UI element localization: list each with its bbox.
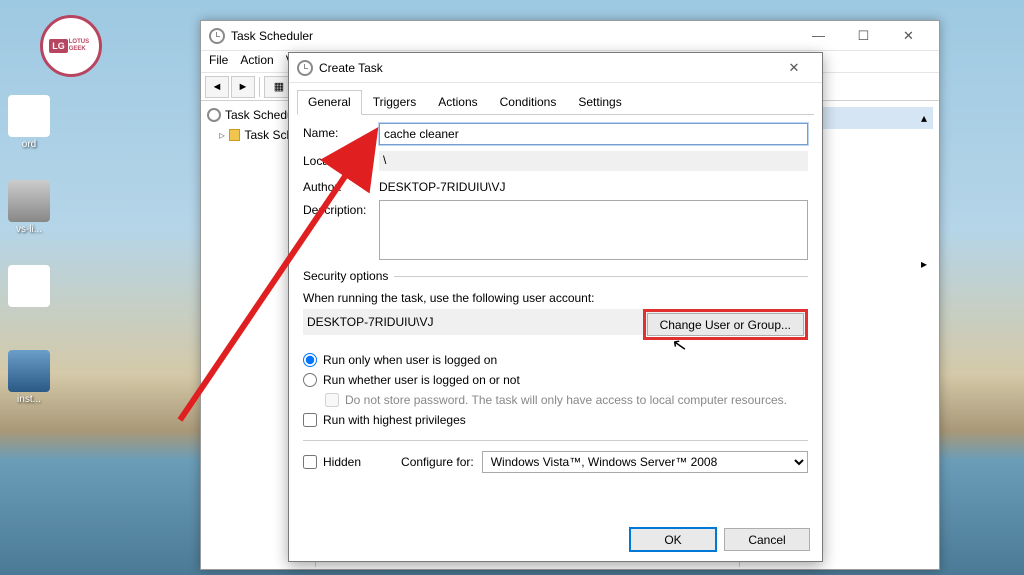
security-user-value: DESKTOP-7RIDUIU\VJ: [307, 315, 433, 329]
run-logged-off-label: Run whether user is logged on or not: [323, 373, 520, 387]
tab-conditions[interactable]: Conditions: [489, 90, 568, 115]
desktop-icon[interactable]: ord: [4, 95, 54, 150]
forward-button[interactable]: ►: [231, 76, 255, 98]
titlebar[interactable]: Task Scheduler — ☐ ✕: [201, 21, 939, 51]
description-label: Description:: [303, 200, 379, 217]
name-input[interactable]: [379, 123, 808, 145]
desktop-icon[interactable]: [4, 265, 54, 309]
hidden-checkbox[interactable]: [303, 455, 317, 469]
cancel-button[interactable]: Cancel: [724, 528, 810, 551]
location-label: Location:: [303, 151, 379, 168]
location-value: \: [379, 151, 808, 171]
author-value: DESKTOP-7RIDUIU\VJ: [379, 177, 808, 194]
when-running-label: When running the task, use the following…: [303, 291, 808, 305]
no-store-password-label: Do not store password. The task will onl…: [345, 393, 787, 407]
tab-actions[interactable]: Actions: [427, 90, 488, 115]
close-button[interactable]: ✕: [774, 54, 814, 82]
ok-button[interactable]: OK: [630, 528, 716, 551]
tab-triggers[interactable]: Triggers: [362, 90, 428, 115]
tab-strip: General Triggers Actions Conditions Sett…: [297, 89, 814, 115]
configure-for-label: Configure for:: [401, 455, 474, 469]
clock-icon: [297, 60, 313, 76]
highest-privileges-checkbox[interactable]: [303, 413, 317, 427]
run-logged-on-radio[interactable]: [303, 353, 317, 367]
clock-icon: [207, 108, 221, 122]
name-label: Name:: [303, 123, 379, 140]
security-options-group: Security options When running the task, …: [303, 269, 808, 430]
no-store-password-checkbox: [325, 393, 339, 407]
description-input[interactable]: [379, 200, 808, 260]
highest-privileges-label: Run with highest privileges: [323, 413, 466, 427]
highlight-box: Change User or Group...: [643, 309, 808, 340]
author-label: Author:: [303, 177, 379, 194]
create-task-dialog: Create Task ✕ General Triggers Actions C…: [288, 52, 823, 562]
folder-icon: [229, 129, 240, 141]
run-logged-off-radio[interactable]: [303, 373, 317, 387]
back-button[interactable]: ◄: [205, 76, 229, 98]
security-legend: Security options: [303, 269, 394, 283]
hidden-label: Hidden: [323, 455, 361, 469]
dialog-titlebar[interactable]: Create Task ✕: [289, 53, 822, 83]
configure-for-select[interactable]: Windows Vista™, Windows Server™ 2008: [482, 451, 808, 473]
watermark-logo: LGLOTUS GEEK: [40, 15, 102, 77]
dialog-title: Create Task: [319, 61, 774, 75]
maximize-button[interactable]: ☐: [841, 22, 886, 50]
clock-icon: [209, 28, 225, 44]
change-user-button[interactable]: Change User or Group...: [647, 313, 804, 336]
minimize-button[interactable]: —: [796, 22, 841, 50]
run-logged-on-label: Run only when user is logged on: [323, 353, 497, 367]
menu-file[interactable]: File: [209, 53, 228, 70]
menu-action[interactable]: Action: [240, 53, 273, 70]
desktop-icon[interactable]: vs-li...: [4, 180, 54, 235]
tab-general[interactable]: General: [297, 90, 362, 115]
window-title: Task Scheduler: [231, 29, 796, 43]
tab-settings[interactable]: Settings: [567, 90, 632, 115]
close-button[interactable]: ✕: [886, 22, 931, 50]
desktop-icon[interactable]: inst...: [4, 350, 54, 405]
